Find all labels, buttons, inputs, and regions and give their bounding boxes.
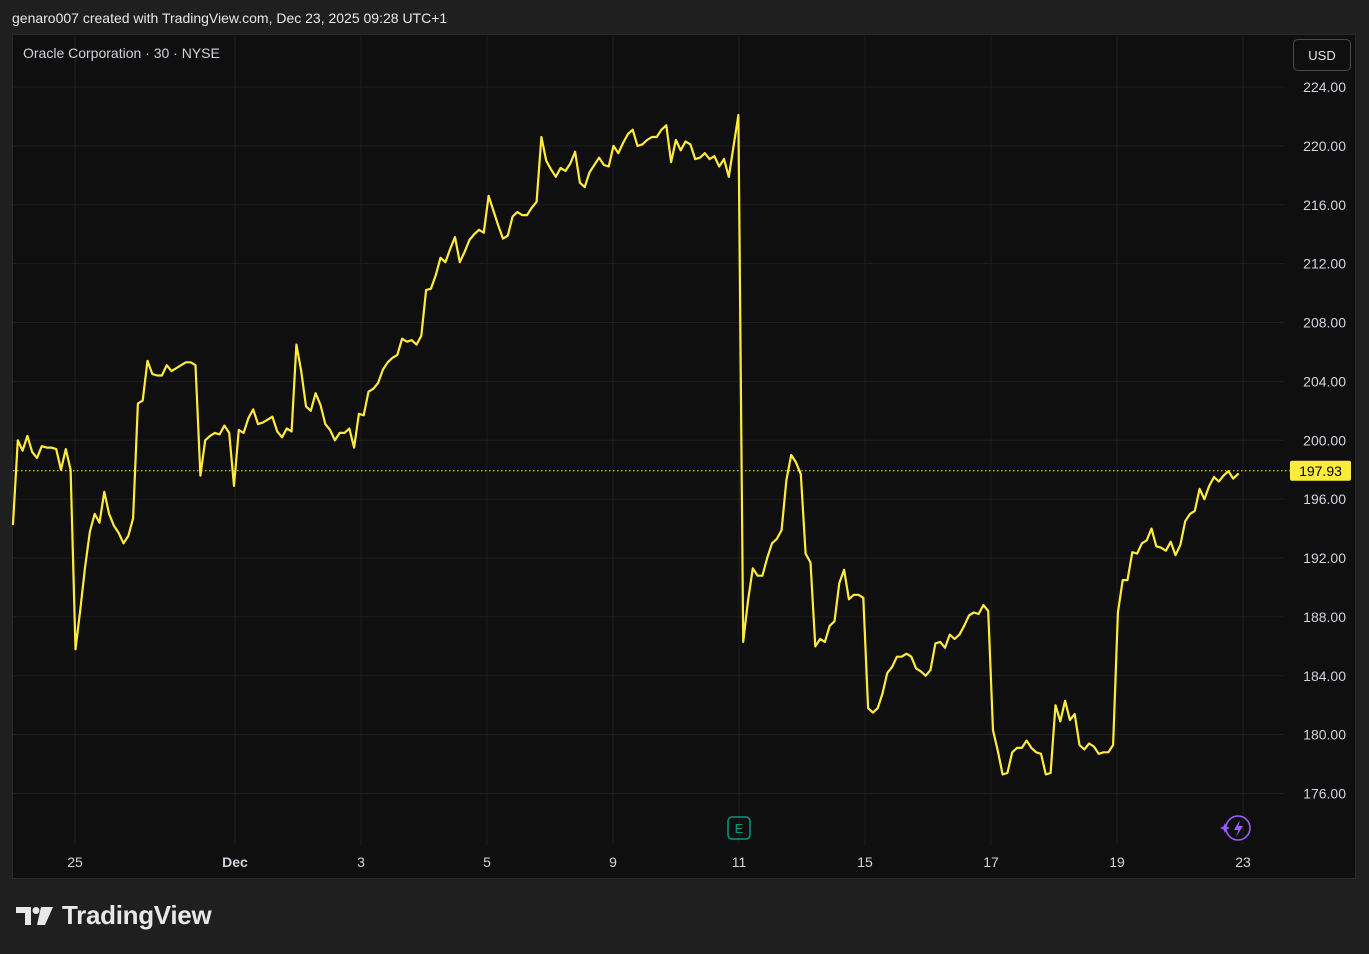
currency-button[interactable]: USD <box>1293 39 1351 71</box>
y-tick-label: 216.00 <box>1303 197 1346 213</box>
y-tick-label: 212.00 <box>1303 256 1346 272</box>
x-tick-label: 17 <box>983 854 999 870</box>
x-tick-label: 19 <box>1109 854 1125 870</box>
x-tick-label: 11 <box>732 854 747 870</box>
lightning-bolt-icon <box>1234 820 1243 837</box>
y-tick-label: 176.00 <box>1303 786 1346 802</box>
tradingview-brand-text: TradingView <box>62 900 212 930</box>
y-tick-label: 192.00 <box>1303 550 1346 566</box>
x-tick-label: 15 <box>857 854 873 870</box>
tradingview-logo-icon <box>16 906 53 925</box>
y-tick-label: 208.00 <box>1303 315 1346 331</box>
y-tick-label: 188.00 <box>1303 609 1346 625</box>
y-tick-label: 180.00 <box>1303 727 1346 743</box>
x-tick-label: 3 <box>357 854 365 870</box>
y-tick-label: 196.00 <box>1303 491 1346 507</box>
y-tick-label: 184.00 <box>1303 668 1346 684</box>
y-tick-label: 200.00 <box>1303 432 1346 448</box>
price-chart[interactable]: 224.00 220.00 216.00 212.00 208.00 204.00 200.… <box>0 0 1369 954</box>
symbol-label: Oracle Corporation · 30 · NYSE <box>23 45 220 61</box>
sparkle-icon <box>1220 823 1230 833</box>
x-tick-label: 25 <box>67 854 83 870</box>
y-tick-label: 220.00 <box>1303 138 1346 154</box>
earnings-marker-label: E <box>735 821 744 836</box>
y-tick-label: 204.00 <box>1303 373 1346 389</box>
last-price-label: 197.93 <box>1299 463 1342 479</box>
y-tick-label: 224.00 <box>1303 79 1346 95</box>
x-tick-label: 23 <box>1235 854 1251 870</box>
x-tick-label: 5 <box>483 854 491 870</box>
x-tick-label: 9 <box>609 854 617 870</box>
tradingview-logo[interactable]: TradingView <box>16 900 212 931</box>
x-tick-label: Dec <box>222 854 248 870</box>
